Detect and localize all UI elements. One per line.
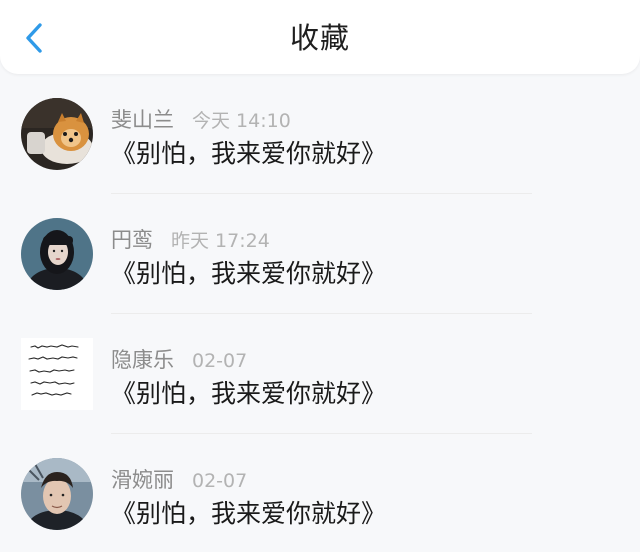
- page-title: 收藏: [289, 21, 350, 55]
- author-name: 円鸾: [111, 228, 153, 252]
- timestamp: 今天 14:10: [192, 110, 291, 132]
- favorites-screen: 收藏 斐山兰 今天 14:10 《别怕，我来爱你就好》 円鸾 昨天 17:24 …: [0, 0, 640, 552]
- author-name: 滑婉丽: [111, 468, 174, 492]
- handwriting-image: [21, 338, 93, 410]
- favorite-content: 《别怕，我来爱你就好》: [111, 259, 387, 288]
- timestamp: 02-07: [192, 350, 248, 372]
- avatar[interactable]: [21, 218, 93, 290]
- timestamp: 02-07: [192, 470, 248, 492]
- man-portrait-image: [21, 458, 93, 530]
- favorite-content: 《别怕，我来爱你就好》: [111, 499, 387, 528]
- avatar[interactable]: [21, 338, 93, 410]
- item-meta: 隐康乐 02-07: [111, 344, 247, 372]
- list-item[interactable]: 隐康乐 02-07 《别怕，我来爱你就好》: [0, 314, 640, 434]
- list-item[interactable]: 斐山兰 今天 14:10 《别怕，我来爱你就好》: [0, 74, 640, 194]
- avatar[interactable]: [21, 458, 93, 530]
- item-meta: 円鸾 昨天 17:24: [111, 224, 270, 252]
- dog-photo-image: [21, 98, 93, 170]
- timestamp: 昨天 17:24: [171, 230, 270, 252]
- list-item[interactable]: 円鸾 昨天 17:24 《别怕，我来爱你就好》: [0, 194, 640, 314]
- list-item[interactable]: 滑婉丽 02-07 《别怕，我来爱你就好》: [0, 434, 640, 552]
- author-name: 斐山兰: [111, 108, 174, 132]
- avatar[interactable]: [21, 98, 93, 170]
- favorite-content: 《别怕，我来爱你就好》: [111, 379, 387, 408]
- item-meta: 滑婉丽 02-07: [111, 464, 247, 492]
- favorites-list: 斐山兰 今天 14:10 《别怕，我来爱你就好》 円鸾 昨天 17:24 《别怕…: [0, 74, 640, 552]
- author-name: 隐康乐: [111, 348, 174, 372]
- woman-portrait-image: [21, 218, 93, 290]
- favorite-content: 《别怕，我来爱你就好》: [111, 139, 387, 168]
- header-bar: 收藏: [0, 0, 640, 74]
- item-meta: 斐山兰 今天 14:10: [111, 104, 291, 132]
